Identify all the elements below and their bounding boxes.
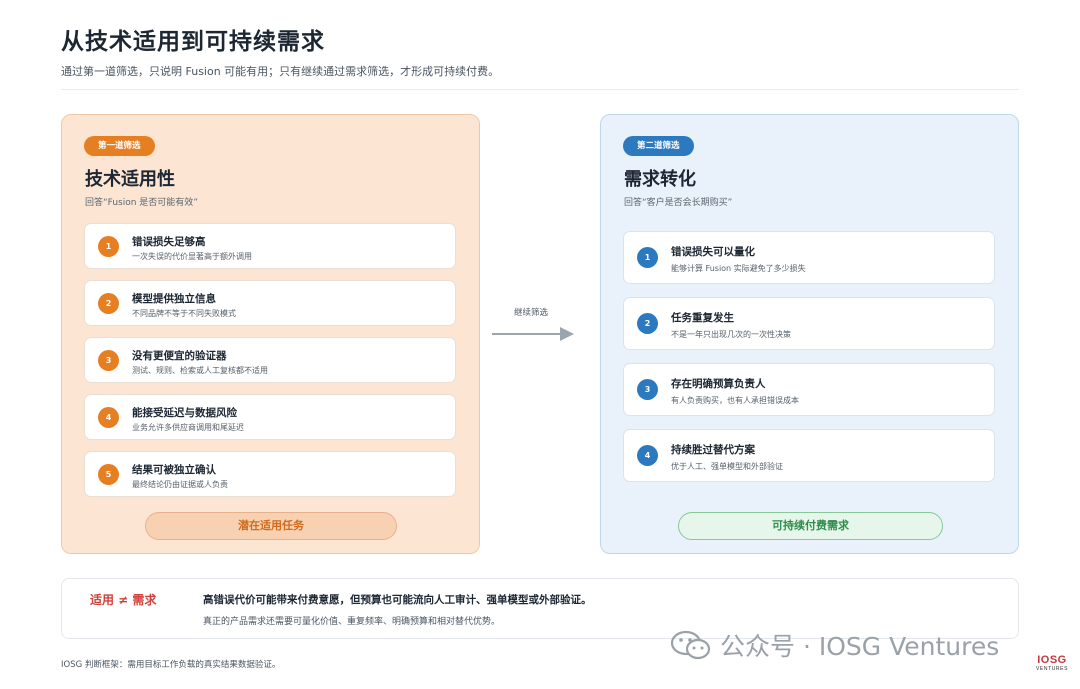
criterion-title: 错误损失可以量化	[671, 246, 755, 258]
criterion-card: 4 持续胜过替代方案 优于人工、强单模型和外部验证	[623, 429, 995, 482]
panel-title: 技术适用性	[85, 169, 175, 190]
criterion-desc: 业务允许多供应商调用和尾延迟	[132, 423, 244, 432]
panel-technical-fit: 第一道筛选 技术适用性 回答“Fusion 是否可能有效” 1 错误损失足够高 …	[61, 114, 480, 554]
conclusion-sub: 真正的产品需求还需要可量化价值、重复频率、明确预算和相对替代优势。	[203, 617, 501, 627]
panel-title: 需求转化	[624, 169, 696, 190]
panel-subtitle: 回答“客户是否会长期购买”	[624, 198, 733, 208]
criterion-card: 3 存在明确预算负责人 有人负责购买，也有人承担错误成本	[623, 363, 995, 416]
footnote: IOSG 判断框架：需用目标工作负载的真实结果数据验证。	[61, 660, 281, 670]
step-number: 2	[98, 293, 119, 314]
criterion-card: 2 模型提供独立信息 不同品牌不等于不同失败模式	[84, 280, 456, 326]
connector-label: 继续筛选	[514, 308, 549, 318]
criterion-title: 结果可被独立确认	[132, 464, 216, 476]
panel-subtitle: 回答“Fusion 是否可能有效”	[85, 198, 198, 208]
criterion-desc: 一次失误的代价显著高于额外调用	[132, 252, 252, 261]
criterion-title: 模型提供独立信息	[132, 293, 216, 305]
criterion-desc: 不是一年只出现几次的一次性决策	[671, 330, 791, 339]
criterion-desc: 不同品牌不等于不同失败模式	[132, 309, 236, 318]
page-subtitle: 通过第一道筛选，只说明 Fusion 可能有用；只有继续通过需求筛选，才形成可持…	[61, 65, 500, 78]
page-title: 从技术适用到可持续需求	[61, 29, 325, 55]
step-number: 5	[98, 464, 119, 485]
stage-badge: 第二道筛选	[623, 136, 694, 156]
criterion-title: 能接受延迟与数据风险	[132, 407, 237, 419]
step-number: 1	[98, 236, 119, 257]
step-number: 4	[637, 445, 658, 466]
step-number: 3	[98, 350, 119, 371]
criterion-title: 存在明确预算负责人	[671, 378, 766, 390]
criterion-desc: 测试、规则、检索或人工复核都不适用	[132, 366, 268, 375]
criterion-desc: 能够计算 Fusion 实际避免了多少损失	[671, 264, 806, 273]
logo-subtext: VENTURES	[1035, 666, 1069, 672]
criterion-desc: 优于人工、强单模型和外部验证	[671, 462, 783, 471]
criterion-title: 任务重复发生	[671, 312, 734, 324]
panel-demand-conversion: 第二道筛选 需求转化 回答“客户是否会长期购买” 1 错误损失可以量化 能够计算…	[600, 114, 1019, 554]
outcome-pill: 可持续付费需求	[678, 512, 943, 540]
criterion-desc: 最终结论仍由证据或人负责	[132, 480, 228, 489]
watermark: 公众号 · IOSG Ventures	[670, 629, 999, 661]
step-number: 3	[637, 379, 658, 400]
outcome-pill: 潜在适用任务	[145, 512, 397, 540]
step-number: 1	[637, 247, 658, 268]
criterion-card: 5 结果可被独立确认 最终结论仍由证据或人负责	[84, 451, 456, 497]
criterion-card: 4 能接受延迟与数据风险 业务允许多供应商调用和尾延迟	[84, 394, 456, 440]
arrow-right-icon	[492, 327, 574, 341]
conclusion-main: 高错误代价可能带来付费意愿，但预算也可能流向人工审计、强单模型或外部验证。	[203, 594, 592, 606]
criterion-card: 1 错误损失可以量化 能够计算 Fusion 实际避免了多少损失	[623, 231, 995, 284]
step-number: 2	[637, 313, 658, 334]
criterion-card: 3 没有更便宜的验证器 测试、规则、检索或人工复核都不适用	[84, 337, 456, 383]
step-number: 4	[98, 407, 119, 428]
criterion-title: 没有更便宜的验证器	[132, 350, 227, 362]
conclusion-label: 适用 ≠ 需求	[90, 593, 157, 607]
criterion-title: 错误损失足够高	[132, 236, 206, 248]
criterion-card: 1 错误损失足够高 一次失误的代价显著高于额外调用	[84, 223, 456, 269]
brand-logo: IOSG VENTURES	[1030, 655, 1074, 673]
criterion-desc: 有人负责购买，也有人承担错误成本	[671, 396, 799, 405]
logo-wordmark: IOSG	[1037, 654, 1067, 666]
criterion-title: 持续胜过替代方案	[671, 444, 755, 456]
stage-badge: 第一道筛选	[84, 136, 155, 156]
wechat-icon	[670, 630, 711, 660]
criterion-card: 2 任务重复发生 不是一年只出现几次的一次性决策	[623, 297, 995, 350]
watermark-text: 公众号 · IOSG Ventures	[720, 632, 1000, 661]
header-divider	[61, 89, 1019, 90]
